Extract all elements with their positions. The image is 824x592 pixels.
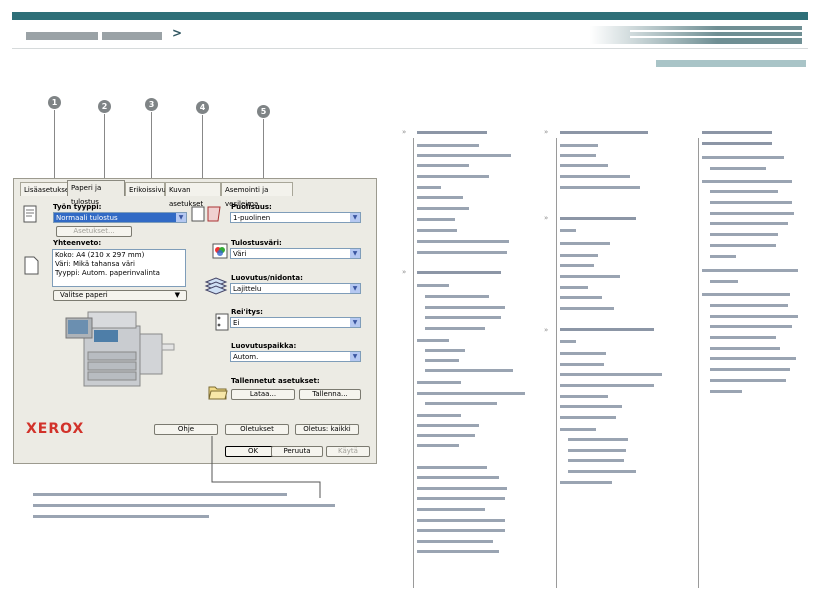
sides-label: Puolisuus: [231,203,272,211]
callout-3: 3 [145,98,158,111]
callout-leader [202,115,203,184]
sides-select[interactable]: 1-puolinen ▼ [230,212,361,223]
bullet-icon: » [544,326,549,334]
output-label: Luovutuspaikka: [231,342,297,350]
header-bar [12,12,808,20]
column-divider [698,138,699,588]
select-paper-button[interactable]: Valitse paperi ▼ [53,290,187,301]
job-settings-button[interactable]: Asetukset... [56,226,132,237]
color-select[interactable]: Väri ▼ [230,248,361,259]
finishing-select[interactable]: Lajittelu ▼ [230,283,361,294]
caption-line [33,493,287,496]
saved-settings-label: Tallennetut asetukset: [231,377,320,385]
summary-color: Väri: Mikä tahansa väri [55,260,135,268]
chevron-down-icon: ▼ [350,249,360,258]
summary-type: Tyyppi: Autom. paperinvalinta [55,269,160,277]
bullet-icon: » [402,128,407,136]
output-select[interactable]: Autom. ▼ [230,351,361,362]
chevron-down-icon: ▼ [350,284,360,293]
header-divider [12,48,808,49]
callout-leader [104,114,105,184]
breadcrumb-arrow-icon: > [172,26,183,40]
tab-special-pages[interactable]: Erikoissivut [125,182,169,196]
bullet-icon: » [544,128,549,136]
all-defaults-button[interactable]: Oletus: kaikki [295,424,359,435]
help-callout-leader [210,436,322,498]
job-type-label: Työn tyyppi: [53,203,102,211]
callout-4: 4 [196,101,209,114]
page-icon [22,256,42,276]
load-button[interactable]: Lataa... [231,389,295,400]
tab-paper-output[interactable]: Paperi ja tulostus [67,180,125,206]
punch-label: Rei'itys: [231,308,263,316]
breadcrumb-item[interactable] [26,32,98,40]
column-divider [413,138,414,588]
help-button[interactable]: Ohje [154,424,218,435]
column-divider [556,138,557,588]
section-title [656,60,806,67]
callout-2: 2 [98,100,111,113]
chevron-down-icon: ▼ [350,352,360,361]
apply-button[interactable]: Käytä [326,446,370,457]
xerox-logo: XEROX [26,421,85,437]
punch-select[interactable]: Ei ▼ [230,317,361,328]
finishing-icon [204,276,228,296]
breadcrumb-item[interactable] [102,32,162,40]
caption-line [33,515,209,518]
save-settings-button[interactable]: Tallenna... [299,389,361,400]
summary-size: Koko: A4 (210 x 297 mm) [55,251,145,259]
finishing-label: Luovutus/nidonta: [231,274,303,282]
callout-leader [263,119,264,185]
job-type-select[interactable]: Normaali tulostus ▼ [53,212,187,223]
color-label: Tulostusväri: [231,239,282,247]
summary-box: Koko: A4 (210 x 297 mm) Väri: Mikä tahan… [52,249,186,287]
chevron-down-icon: ▼ [350,318,360,327]
chevron-down-icon: ▼ [176,213,186,222]
color-icon [212,243,232,263]
bullet-icon: » [544,214,549,222]
tab-layout-watermark[interactable]: Asemointi ja vesileima [221,182,293,208]
summary-label: Yhteenveto: [53,239,102,247]
callout-leader [54,110,55,186]
defaults-button[interactable]: Oletukset [225,424,289,435]
callout-leader [151,112,152,184]
chevron-down-icon: ▼ [350,213,360,222]
sides-icon [190,204,221,224]
nav-decoration [590,26,802,44]
caption-line [33,504,335,507]
folder-icon [208,383,228,403]
job-type-icon [22,205,42,225]
callout-1: 1 [48,96,61,109]
bullet-icon: » [402,268,407,276]
dropdown-arrow-icon: ▼ [174,291,180,299]
printer-image [58,304,178,392]
tab-advanced[interactable]: Lisäasetukset [20,182,72,196]
tab-image-options[interactable]: Kuvan asetukset [165,182,221,208]
callout-5: 5 [257,105,270,118]
